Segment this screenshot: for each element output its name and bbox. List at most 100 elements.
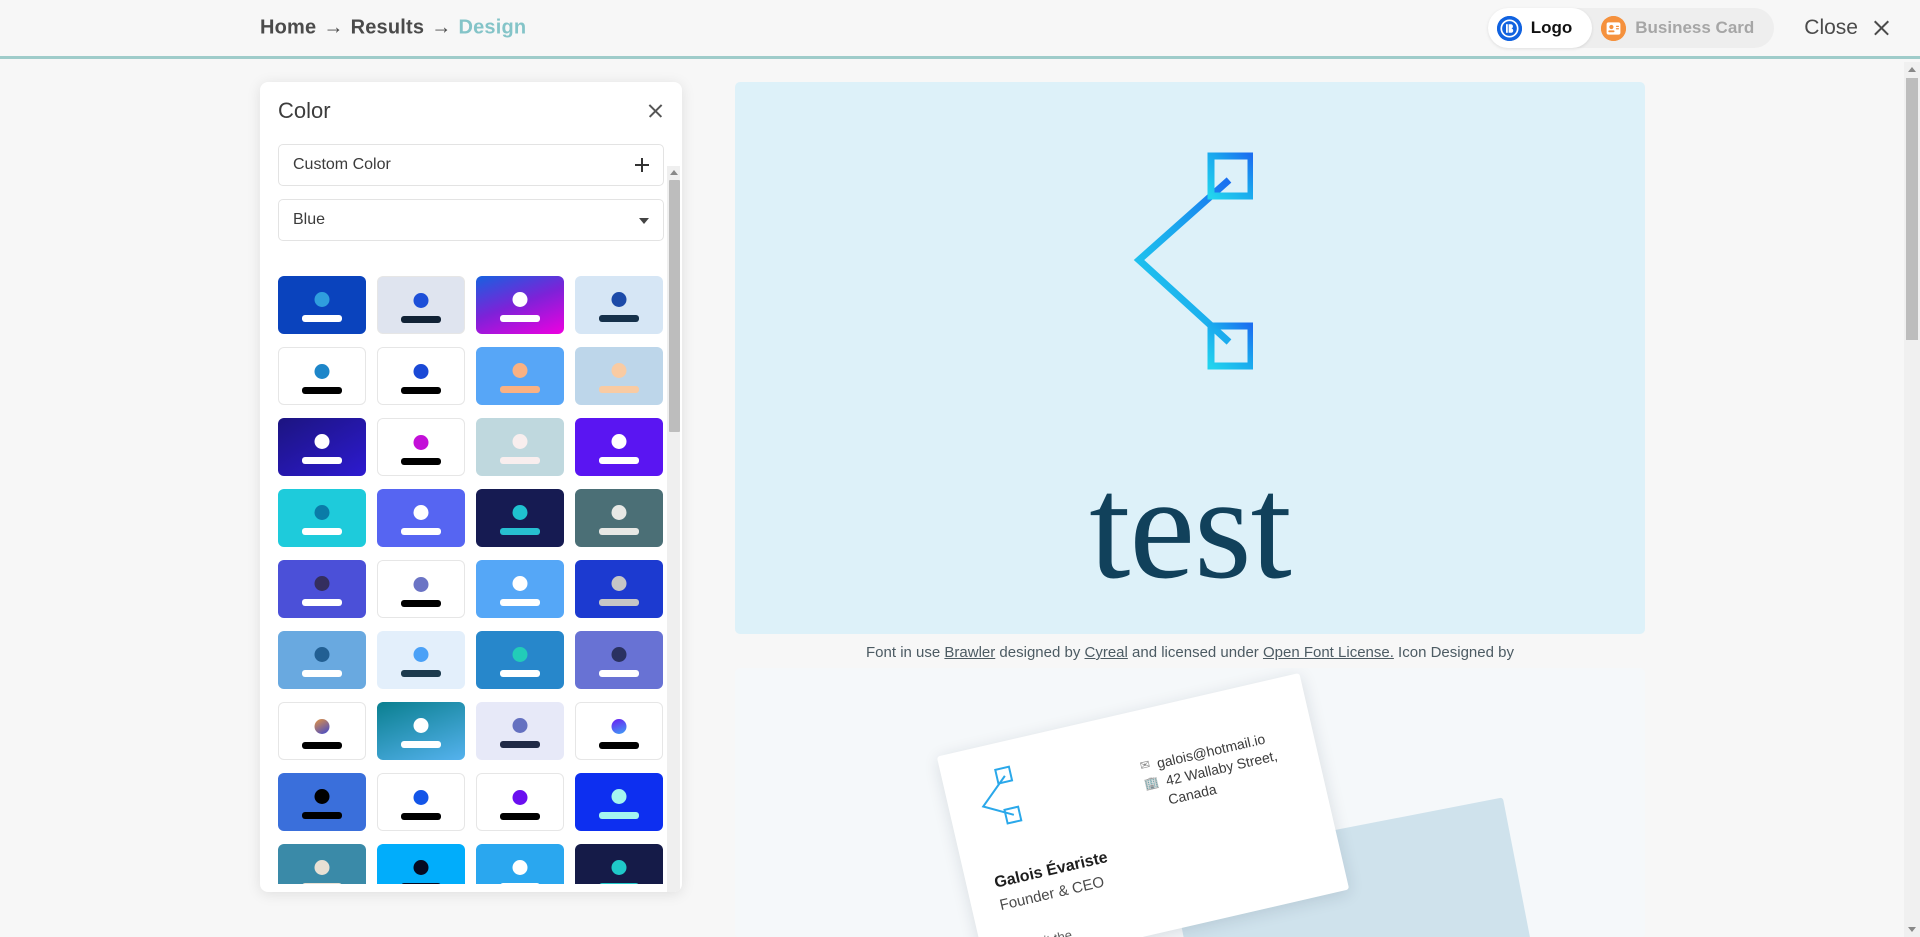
swatch-accent-bar: [401, 600, 441, 607]
swatch-accent-bar: [302, 742, 342, 749]
color-swatch-14[interactable]: [476, 489, 564, 547]
swatch-accent-dot: [512, 505, 528, 520]
contact-card-icon: [1601, 15, 1627, 41]
page-scrollbar-thumb[interactable]: [1906, 78, 1918, 340]
swatch-accent-dot: [413, 435, 429, 450]
color-swatch-19[interactable]: [575, 560, 663, 618]
swatch-accent-dot: [314, 789, 330, 804]
color-swatch-22[interactable]: [476, 631, 564, 689]
tab-logo[interactable]: Logo: [1487, 8, 1593, 48]
color-swatch-23[interactable]: [575, 631, 663, 689]
color-swatch-1[interactable]: [377, 276, 465, 334]
tab-business-card[interactable]: Business Card: [1592, 8, 1774, 48]
color-swatch-9[interactable]: [377, 418, 465, 476]
color-swatch-10[interactable]: [476, 418, 564, 476]
page-scroll-up-arrow-icon[interactable]: [1908, 67, 1916, 72]
swatch-accent-dot: [611, 505, 627, 520]
close-button-label: Close: [1804, 16, 1858, 39]
swatch-accent-dot: [512, 647, 528, 662]
palette-select[interactable]: Blue: [278, 199, 664, 241]
page-scroll-down-arrow-icon[interactable]: [1908, 927, 1916, 932]
breadcrumb-item-home[interactable]: Home: [260, 17, 316, 39]
color-swatch-16[interactable]: [278, 560, 366, 618]
color-swatch-24[interactable]: [278, 702, 366, 760]
color-panel: Color Custom Color Blue: [260, 82, 682, 892]
color-swatch-29[interactable]: [377, 773, 465, 831]
custom-color-button[interactable]: Custom Color: [278, 144, 664, 186]
color-swatch-30[interactable]: [476, 773, 564, 831]
attribution-license-link[interactable]: Open Font License.: [1263, 644, 1394, 661]
swatch-accent-bar: [500, 813, 540, 820]
swatch-accent-bar: [599, 670, 639, 677]
swatch-accent-bar: [302, 315, 342, 322]
business-card-front[interactable]: Galois Évariste Founder & CEO Make it th…: [936, 673, 1350, 937]
color-swatch-4[interactable]: [278, 347, 366, 405]
color-swatch-scroll-area[interactable]: [278, 276, 674, 884]
color-swatch-2[interactable]: [476, 276, 564, 334]
swatch-accent-bar: [599, 457, 639, 464]
color-swatch-17[interactable]: [377, 560, 465, 618]
breadcrumb: Home → Results → Design: [260, 17, 526, 40]
business-card-contact-block: ✉ galois@hotmail.io 🏢 42 Wallaby Street,…: [1139, 729, 1284, 815]
swatch-accent-dot: [512, 363, 528, 378]
color-panel-title: Color: [278, 98, 331, 123]
swatch-accent-dot: [611, 434, 627, 449]
swatch-accent-bar: [599, 883, 639, 884]
swatch-accent-bar: [500, 457, 540, 464]
custom-color-label: Custom Color: [293, 156, 391, 173]
close-button[interactable]: Close: [1804, 16, 1890, 40]
breadcrumb-item-results[interactable]: Results: [351, 17, 425, 39]
swatch-accent-bar: [500, 315, 540, 322]
swatch-accent-dot: [413, 790, 429, 805]
swatch-accent-bar: [302, 387, 342, 394]
breadcrumb-item-design[interactable]: Design: [458, 17, 526, 39]
color-swatch-5[interactable]: [377, 347, 465, 405]
color-swatch-12[interactable]: [278, 489, 366, 547]
swatch-accent-bar: [599, 386, 639, 393]
business-card-preview-area[interactable]: Galois Évariste Founder & CEO Make it th…: [735, 668, 1645, 937]
color-swatch-3[interactable]: [575, 276, 663, 334]
swatch-accent-dot: [611, 789, 627, 804]
page-scrollbar[interactable]: [1904, 62, 1920, 937]
color-swatch-7[interactable]: [575, 347, 663, 405]
color-panel-body: Custom Color Blue: [260, 144, 682, 892]
color-swatch-35[interactable]: [575, 844, 663, 884]
color-swatch-32[interactable]: [278, 844, 366, 884]
color-swatch-13[interactable]: [377, 489, 465, 547]
color-swatch-28[interactable]: [278, 773, 366, 831]
swatch-accent-dot: [611, 363, 627, 378]
swatch-accent-bar: [599, 742, 639, 749]
swatch-accent-dot: [314, 364, 330, 379]
color-swatch-15[interactable]: [575, 489, 663, 547]
color-swatch-27[interactable]: [575, 702, 663, 760]
color-swatch-8[interactable]: [278, 418, 366, 476]
swatch-accent-bar: [500, 883, 540, 884]
color-swatch-6[interactable]: [476, 347, 564, 405]
close-x-icon: [1872, 19, 1890, 37]
color-panel-close-icon[interactable]: [647, 102, 664, 119]
color-swatch-25[interactable]: [377, 702, 465, 760]
breadcrumb-separator: →: [323, 16, 344, 39]
color-swatch-0[interactable]: [278, 276, 366, 334]
plus-icon: [635, 158, 649, 172]
attribution-designer-link[interactable]: Cyreal: [1085, 644, 1128, 661]
color-swatch-18[interactable]: [476, 560, 564, 618]
swatch-accent-dot: [314, 719, 330, 734]
swatch-accent-dot: [413, 647, 429, 662]
color-swatch-31[interactable]: [575, 773, 663, 831]
swatch-accent-dot: [512, 434, 528, 449]
scroll-up-arrow-icon[interactable]: [670, 170, 678, 175]
logo-preview-card[interactable]: test Font in use Brawler designed by Cyr…: [735, 82, 1645, 683]
color-swatch-11[interactable]: [575, 418, 663, 476]
swatch-accent-dot: [611, 576, 627, 591]
swatch-accent-bar: [401, 813, 441, 820]
color-swatch-26[interactable]: [476, 702, 564, 760]
color-swatch-33[interactable]: [377, 844, 465, 884]
color-swatch-20[interactable]: [278, 631, 366, 689]
scrollbar-thumb[interactable]: [669, 180, 680, 432]
color-swatch-21[interactable]: [377, 631, 465, 689]
swatch-accent-bar: [500, 599, 540, 606]
attribution-font-link[interactable]: Brawler: [944, 644, 995, 661]
color-swatch-34[interactable]: [476, 844, 564, 884]
color-panel-scrollbar[interactable]: [667, 166, 680, 892]
